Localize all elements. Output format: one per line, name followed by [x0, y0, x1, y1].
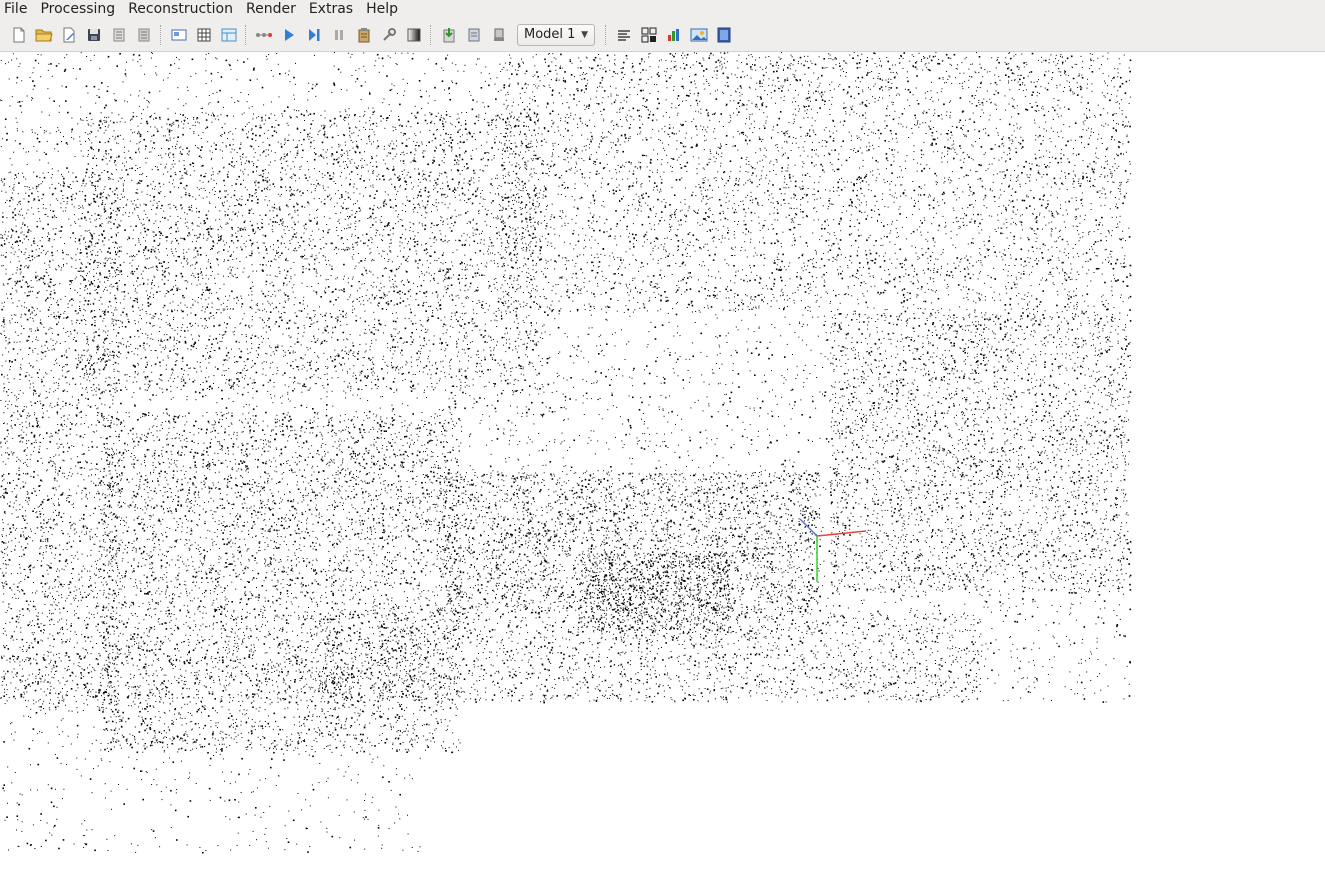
chevron-down-icon: ▼ [581, 30, 588, 40]
reconstruction-stats-icon[interactable] [611, 22, 636, 47]
toolbar-separator [430, 24, 432, 45]
match-matrix-icon[interactable] [636, 22, 661, 47]
open-project-icon[interactable] [31, 22, 56, 47]
reset-view-icon[interactable] [486, 22, 511, 47]
feature-extraction-icon[interactable] [166, 22, 191, 47]
database-management-icon[interactable] [216, 22, 241, 47]
dense-reconstruction-icon[interactable] [401, 22, 426, 47]
step-reconstruction-icon[interactable] [301, 22, 326, 47]
point-cloud [0, 52, 1132, 854]
toolbar-separator [160, 24, 162, 45]
3d-viewport[interactable] [0, 52, 1325, 882]
reconstruction-options-icon[interactable] [351, 22, 376, 47]
menu-file[interactable]: File [0, 0, 34, 18]
edit-project-icon[interactable] [56, 22, 81, 47]
menu-render[interactable]: Render [240, 0, 303, 18]
grab-movie-icon[interactable] [711, 22, 736, 47]
axis-x [816, 530, 867, 537]
menu-bar: File Processing Reconstruction Render Ex… [0, 0, 1325, 18]
feature-matching-icon[interactable] [191, 22, 216, 47]
start-reconstruction-icon[interactable] [276, 22, 301, 47]
save-project-icon[interactable] [81, 22, 106, 47]
log-icon[interactable] [661, 22, 686, 47]
point-cloud-points [0, 52, 1132, 854]
model-select[interactable]: Model 1 ▼ [517, 23, 595, 46]
menu-reconstruction[interactable]: Reconstruction [122, 0, 240, 18]
new-project-icon[interactable] [6, 22, 31, 47]
automatic-reconstruction-icon[interactable] [251, 22, 276, 47]
menu-processing[interactable]: Processing [34, 0, 122, 18]
render-options-icon[interactable] [461, 22, 486, 47]
export-model-icon[interactable] [131, 22, 156, 47]
menu-help[interactable]: Help [360, 0, 405, 18]
toolbar-separator [245, 24, 247, 45]
pause-reconstruction-icon[interactable] [326, 22, 351, 47]
menu-extras[interactable]: Extras [303, 0, 360, 18]
grab-image-icon[interactable] [686, 22, 711, 47]
coordinate-axes [799, 518, 867, 582]
toolbar: Model 1 ▼ [0, 18, 1325, 52]
model-select-value: Model 1 [524, 27, 575, 42]
toolbar-separator [605, 24, 607, 45]
import-model-icon[interactable] [106, 22, 131, 47]
render-toggle-icon[interactable] [436, 22, 461, 47]
bundle-adjustment-icon[interactable] [376, 22, 401, 47]
